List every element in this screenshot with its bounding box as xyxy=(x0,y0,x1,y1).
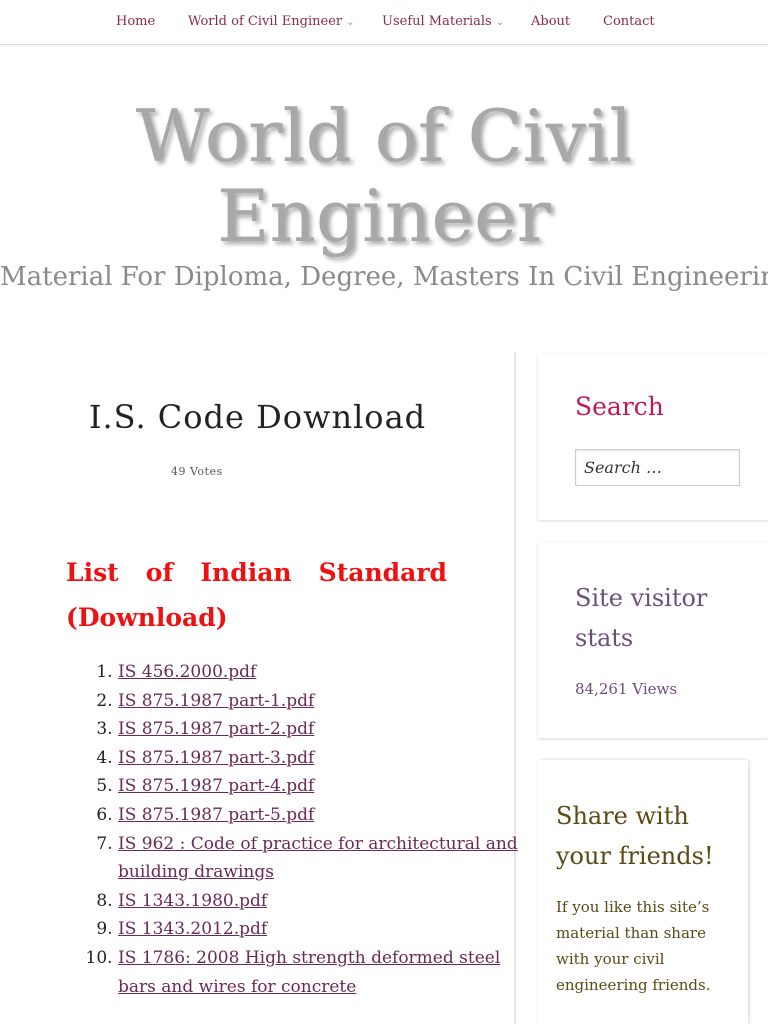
share-widget-title: Share with your friends! xyxy=(556,802,714,870)
list-item: IS 875.1987 part-5.pdf xyxy=(118,801,518,830)
share-widget: Share with your friends! If you like thi… xyxy=(538,760,748,1024)
download-link[interactable]: IS 875.1987 part-5.pdf xyxy=(118,805,314,825)
site-title[interactable]: World of Civil Engineer xyxy=(0,96,768,256)
list-item: IS 875.1987 part-4.pdf xyxy=(118,772,518,801)
nav-item-world-of-civil-engineer[interactable]: World of Civil Engineer ⌄ xyxy=(188,14,355,29)
post-title: I.S. Code Download xyxy=(88,398,427,436)
download-link[interactable]: IS 1343.1980.pdf xyxy=(118,891,267,911)
views-count: 84,261 Views xyxy=(575,680,678,698)
search-widget-title: Search xyxy=(575,392,664,421)
visitor-stats-widget: Site visitor stats 84,261 Views xyxy=(538,542,768,738)
download-link[interactable]: IS 1786: 2008 High strength deformed ste… xyxy=(118,948,500,997)
list-item: IS 875.1987 part-3.pdf xyxy=(118,744,518,773)
download-link[interactable]: IS 456.2000.pdf xyxy=(118,662,256,682)
stats-widget-title: Site visitor stats xyxy=(575,584,708,652)
top-navigation: Home World of Civil Engineer ⌄ Useful Mat… xyxy=(0,0,768,45)
list-item: IS 875.1987 part-2.pdf xyxy=(118,715,518,744)
share-widget-text: If you like this site’s material than sh… xyxy=(556,898,711,994)
chevron-down-icon: ⌄ xyxy=(346,17,355,28)
download-link[interactable]: IS 875.1987 part-2.pdf xyxy=(118,719,314,739)
download-list: IS 456.2000.pdf IS 875.1987 part-1.pdf I… xyxy=(66,658,518,1001)
list-item: IS 1786: 2008 High strength deformed ste… xyxy=(118,944,518,1001)
download-link[interactable]: IS 875.1987 part-1.pdf xyxy=(118,691,314,711)
list-item: IS 962 : Code of practice for architectu… xyxy=(118,830,518,887)
chevron-down-icon: ⌄ xyxy=(495,17,505,28)
nav-item-label: World of Civil Engineer xyxy=(188,14,343,29)
list-item: IS 456.2000.pdf xyxy=(118,658,518,687)
list-item: IS 1343.1980.pdf xyxy=(118,887,518,916)
nav-item-contact[interactable]: Contact xyxy=(603,14,655,29)
nav-item-home[interactable]: Home xyxy=(116,14,155,29)
download-link[interactable]: IS 875.1987 part-4.pdf xyxy=(118,776,314,796)
site-tagline: Material For Diploma, Degree, Masters In… xyxy=(0,262,768,292)
votes-count: 49 Votes xyxy=(171,465,223,478)
nav-item-useful-materials[interactable]: Useful Materials ⌄ xyxy=(382,14,504,29)
nav-item-label: Home xyxy=(116,14,156,29)
search-widget: Search xyxy=(538,354,768,520)
download-link[interactable]: IS 962 : Code of practice for architectu… xyxy=(118,834,518,883)
download-link[interactable]: IS 875.1987 part-3.pdf xyxy=(118,748,314,768)
list-item: IS 875.1987 part-1.pdf xyxy=(118,687,518,716)
list-heading: List of Indian Standard (Download) xyxy=(66,558,447,632)
nav-item-label: Useful Materials xyxy=(382,14,492,29)
download-link[interactable]: IS 1343.2012.pdf xyxy=(118,919,267,939)
list-item: IS 1343.2012.pdf xyxy=(118,915,518,944)
nav-item-label: Contact xyxy=(603,14,655,29)
nav-item-label: About xyxy=(531,14,571,29)
search-input[interactable] xyxy=(575,449,740,486)
nav-item-about[interactable]: About xyxy=(531,14,570,29)
